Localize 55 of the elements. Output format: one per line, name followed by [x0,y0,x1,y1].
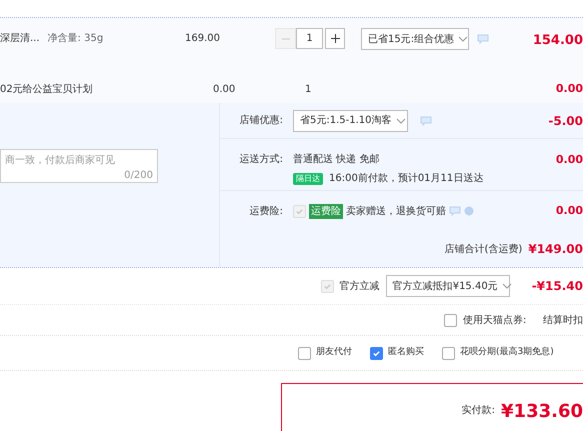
checkmark-icon [372,348,381,358]
product-title: 深层清... [0,32,40,46]
dropdown-value: 官方立减抵扣¥15.40元 [392,280,498,294]
shipping-amount: 0.00 [556,152,583,168]
shop-total-label: 店铺合计(含运费) [444,242,522,256]
character-count: 0/200 [124,169,153,183]
option-label: 匿名购买 [388,346,424,360]
charity-price: 0.00 [213,84,236,94]
chat-bubble-icon[interactable] [449,206,461,216]
increase-button[interactable] [325,28,345,49]
product-spec: 净含量: 35g [48,32,104,46]
dropdown[interactable]: 省5元:1.5-1.10淘客 [293,110,408,132]
checkbox[interactable] [298,346,311,360]
dropdown-value: 省5元:1.5-1.10淘客 [300,114,392,128]
shop-total-amount: ¥149.00 [528,241,583,258]
chevron-down-icon [502,283,512,289]
coupon-label: 使用天猫点券: [463,314,526,328]
chevron-down-icon [396,118,406,124]
minus-icon [282,38,290,40]
plus-icon [330,34,340,43]
charity-subtotal: 0.00 [556,80,583,97]
charity-quantity: 1 [305,84,312,94]
insurance-amount: 0.00 [556,202,583,219]
chat-bubble-icon[interactable] [477,34,489,44]
checkmark-icon [322,282,332,290]
checkmark-icon [295,206,304,216]
unit-price: 169.00 [185,33,220,44]
delivery-estimate: 16:00前付款，预计01月11日送达 [329,172,484,186]
checkbox[interactable] [442,346,455,360]
insurance-badge: 运费险 [309,204,343,218]
message-placeholder: 商一致，付款后商家可见 [5,154,116,168]
subtotal-price: 154.00 [532,32,583,50]
payment-label: 实付款: [462,404,496,418]
field-label: 运费险: [250,206,283,216]
quantity-field[interactable]: 1 [296,28,323,49]
checkbox[interactable] [370,346,383,360]
field-label: 运送方式: [240,154,283,165]
insurance-note: 卖家赠送，退换货可赔 [346,204,446,218]
coupon-note: 结算时扣 [543,314,583,328]
option-label: 朋友代付 [316,346,352,360]
shipping-method: 普通配送 快递 免邮 [293,152,380,167]
discount-label: 官方立减 [340,280,380,294]
checkbox[interactable] [444,314,457,326]
dropdown-value: 已省15元:组合优惠 [368,32,454,46]
dropdown[interactable]: 官方立减抵扣¥15.40元 [386,275,510,297]
chevron-down-icon [458,36,468,42]
chat-bubble-icon[interactable] [420,116,432,126]
discount-amount: -5.00 [548,112,583,130]
field-label: 店铺优惠: [240,115,283,126]
official-discount-amount: -¥15.40 [532,278,583,295]
charity-title: 02元给公益宝贝计划 [0,84,93,94]
delivery-badge: 隔日达 [293,172,323,184]
payment-amount: ¥133.60 [501,400,583,424]
dropdown[interactable]: 已省15元:组合优惠 [361,28,469,50]
option-label: 花呗分期(最高3期免息) [460,346,554,360]
